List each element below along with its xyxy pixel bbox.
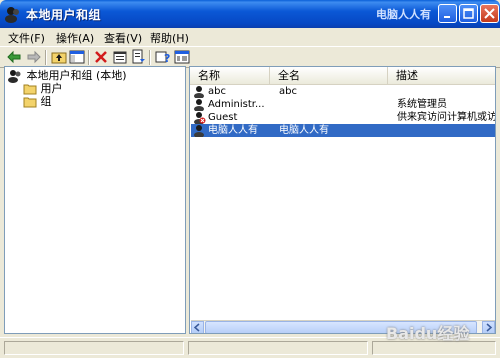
user-icon: [194, 125, 204, 137]
list-header: 名称 全名 描述: [190, 67, 495, 85]
row-name: 电脑人人有: [208, 125, 258, 136]
menu-file[interactable]: 文件(F): [8, 30, 45, 46]
maximize-icon: [463, 8, 474, 19]
users-app-icon: [5, 7, 19, 23]
delete-icon[interactable]: [93, 49, 109, 65]
up-folder-icon[interactable]: [51, 49, 67, 65]
help-icon[interactable]: ?: [155, 49, 171, 65]
menu-view[interactable]: 查看(V): [104, 30, 142, 46]
row-description: 系统管理员: [397, 99, 447, 110]
row-fullname: abc: [279, 86, 297, 97]
list-pane: 名称 全名 描述 abc abc Administr... 系统管理员 Gues…: [189, 66, 496, 334]
folder-icon: [23, 97, 37, 108]
row-description: 供来宾访问计算机或访问: [397, 112, 496, 123]
user-icon: [194, 99, 204, 111]
scroll-right-button[interactable]: [482, 321, 495, 333]
close-button[interactable]: [480, 4, 499, 23]
tree-item-groups[interactable]: 组: [23, 95, 52, 109]
title-watermark: 电脑人人有: [376, 8, 431, 21]
tree-item-groups-label: 组: [40, 95, 52, 108]
minimize-icon: [444, 16, 450, 18]
tree-root-label: 本地用户和组 (本地): [26, 69, 127, 82]
title-bar[interactable]: 本地用户和组 电脑人人有: [0, 0, 500, 28]
window-title: 本地用户和组: [26, 8, 102, 22]
baidu-watermark: Baidu经验: [386, 324, 470, 343]
scroll-left-button[interactable]: [191, 321, 204, 333]
tree-item-users[interactable]: 用户: [23, 82, 63, 96]
svg-text:?: ?: [164, 52, 170, 65]
console-icon[interactable]: [174, 49, 190, 65]
tree-root-item[interactable]: 本地用户和组 (本地): [7, 69, 127, 83]
tree-item-users-label: 用户: [40, 82, 63, 95]
list-row[interactable]: abc abc: [191, 85, 495, 98]
column-header-name[interactable]: 名称: [190, 67, 270, 84]
export-icon[interactable]: [130, 49, 146, 65]
row-name: abc: [208, 86, 226, 97]
list-row-selected[interactable]: 电脑人人有 电脑人人有: [191, 124, 495, 137]
row-name: Administr...: [208, 99, 265, 110]
chevron-left-icon: [193, 323, 200, 332]
menu-bar: 文件(F) 操作(A) 查看(V) 帮助(H): [0, 28, 500, 46]
chevron-right-icon: [486, 323, 493, 332]
minimize-button[interactable]: [438, 4, 457, 23]
users-group-icon: [8, 70, 21, 83]
menu-action[interactable]: 操作(A): [56, 30, 94, 46]
mmc-window: 本地用户和组 电脑人人有 文件(F) 操作(A) 查看(V) 帮助(H) ? 本…: [0, 0, 500, 358]
status-segment-2: [188, 341, 368, 355]
row-name: Guest: [208, 112, 238, 123]
back-arrow-icon[interactable]: [6, 49, 22, 65]
tree-pane: 本地用户和组 (本地) 用户 组: [4, 66, 186, 334]
status-segment-1: [4, 341, 184, 355]
row-fullname: 电脑人人有: [279, 125, 329, 136]
properties-icon[interactable]: [112, 49, 128, 65]
column-header-fullname[interactable]: 全名: [270, 67, 388, 84]
folder-icon: [23, 84, 37, 95]
list-row[interactable]: Guest 供来宾访问计算机或访问: [191, 111, 496, 124]
forward-arrow-icon[interactable]: [26, 49, 42, 65]
maximize-button[interactable]: [459, 4, 478, 23]
close-icon: [484, 8, 495, 19]
list-row[interactable]: Administr... 系统管理员: [191, 98, 495, 111]
show-hide-tree-icon[interactable]: [69, 49, 85, 65]
column-header-description[interactable]: 描述: [388, 67, 495, 84]
user-disabled-icon: [194, 112, 206, 124]
toolbar: ?: [0, 46, 500, 68]
user-icon: [194, 86, 204, 98]
menu-help[interactable]: 帮助(H): [150, 30, 189, 46]
